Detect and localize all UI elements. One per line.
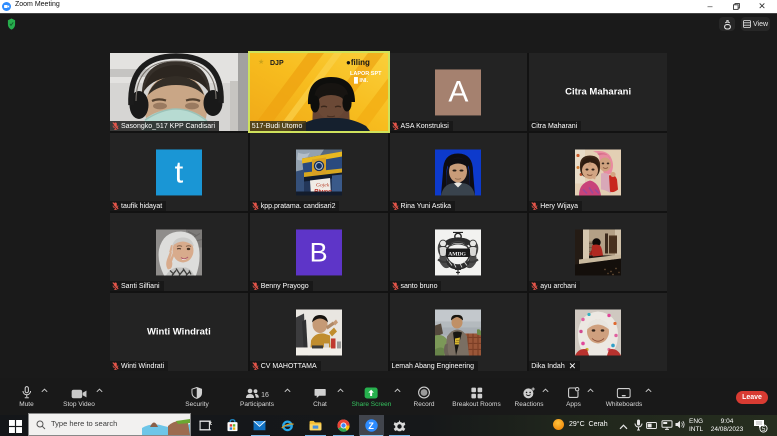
svg-text:LAPOR SPT: LAPOR SPT	[350, 71, 382, 77]
svg-text:★: ★	[258, 58, 264, 66]
svg-text:5: 5	[762, 427, 766, 433]
svg-text:DJP: DJP	[270, 60, 284, 67]
svg-text:●filing: ●filing	[346, 58, 370, 67]
svg-text:Z: Z	[368, 421, 374, 431]
svg-text:Gojek: Gojek	[316, 182, 330, 188]
svg-text:█ INI.: █ INI.	[354, 77, 368, 84]
svg-text:AMDG: AMDG	[449, 251, 467, 257]
